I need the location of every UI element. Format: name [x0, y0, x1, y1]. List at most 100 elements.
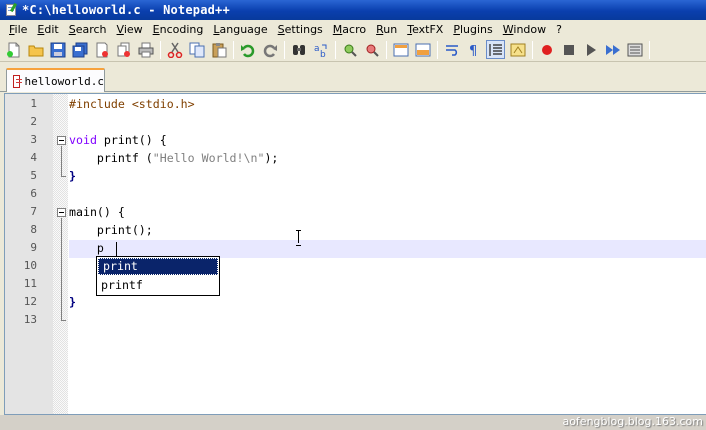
code-line: main() {	[69, 205, 125, 219]
save-macro-icon	[627, 43, 642, 56]
copy-icon	[189, 42, 204, 57]
line-number: 10	[23, 259, 37, 272]
code-line: #include <stdio.h>	[69, 97, 195, 111]
line-number: 2	[30, 115, 37, 128]
window-title: *C:\helloworld.c - Notepad++	[22, 3, 230, 17]
line-number: 7	[30, 205, 37, 218]
cut-icon	[167, 42, 182, 58]
code-line: }	[69, 295, 76, 309]
cut-button[interactable]	[165, 40, 184, 59]
line-number: 3	[30, 133, 37, 146]
svg-text:a: a	[314, 44, 320, 54]
tab-label: helloworld.c	[24, 74, 104, 88]
code-editor[interactable]: 1 2 3 4 5 6 7 8 9 10 11 12 13 #include <…	[4, 93, 706, 415]
menu-textfx[interactable]: TextFX	[402, 23, 448, 36]
macro-save-button[interactable]	[625, 40, 644, 59]
menu-file[interactable]: File	[4, 23, 32, 36]
save-all-button[interactable]	[70, 40, 89, 59]
menu-settings[interactable]: Settings	[273, 23, 328, 36]
paste-icon	[212, 42, 226, 57]
toolbar-separator	[437, 40, 438, 59]
menu-encoding[interactable]: Encoding	[148, 23, 209, 36]
menu-run[interactable]: Run	[371, 23, 402, 36]
menu-plugins[interactable]: Plugins	[448, 23, 497, 36]
line-number: 12	[23, 295, 37, 308]
zoom-in-button[interactable]	[340, 40, 359, 59]
save-button[interactable]	[48, 40, 67, 59]
user-language-button[interactable]	[508, 40, 527, 59]
save-all-icon	[72, 42, 87, 57]
record-icon	[541, 44, 552, 55]
undo-button[interactable]	[238, 40, 257, 59]
menu-language[interactable]: Language	[208, 23, 272, 36]
close-all-button[interactable]	[114, 40, 133, 59]
close-all-icon	[117, 42, 130, 57]
fold-toggle-main[interactable]	[57, 208, 66, 217]
autocomplete-item-printf[interactable]: printf	[97, 276, 219, 294]
toolbar-separator	[160, 40, 161, 59]
word-wrap-button[interactable]	[442, 40, 461, 59]
menu-edit[interactable]: Edit	[32, 23, 63, 36]
toolbar-separator	[532, 40, 533, 59]
replace-button[interactable]: ab	[311, 40, 330, 59]
line-number: 13	[23, 313, 37, 326]
print-icon	[138, 42, 153, 57]
fold-line	[61, 146, 62, 176]
sync-horizontal-button[interactable]	[413, 40, 432, 59]
fast-forward-icon	[605, 44, 620, 55]
string-literal: "Hello World!\n"	[152, 151, 265, 165]
find-button[interactable]	[289, 40, 308, 59]
redo-button[interactable]	[260, 40, 279, 59]
code-line: print();	[69, 223, 153, 237]
fold-toggle-print[interactable]	[57, 136, 66, 145]
code-line: printf ("Hello World!\n");	[69, 149, 279, 167]
line-number: 8	[30, 223, 37, 236]
macro-play-button[interactable]	[581, 40, 600, 59]
autocomplete-list[interactable]: print printf	[96, 256, 220, 296]
menu-view[interactable]: View	[112, 23, 148, 36]
code-line: p	[69, 241, 104, 255]
user-language-icon	[510, 43, 525, 56]
code-text: print() {	[96, 133, 167, 147]
play-icon	[586, 43, 596, 56]
macro-record-button[interactable]	[537, 40, 556, 59]
line-number: 9	[30, 241, 37, 254]
menu-window[interactable]: Window	[498, 23, 551, 36]
menu-search[interactable]: Search	[64, 23, 112, 36]
toolbar-separator	[649, 40, 650, 59]
indent-guide-icon	[488, 43, 502, 56]
text-caret	[116, 242, 117, 256]
replace-icon: ab	[314, 44, 326, 58]
code-text: printf (	[69, 151, 153, 165]
show-all-chars-button[interactable]: ¶	[464, 40, 483, 59]
watermark: aofengblog.blog.163.com	[562, 415, 703, 428]
menu-macro[interactable]: Macro	[328, 23, 371, 36]
line-number: 5	[30, 169, 37, 182]
zoom-out-icon	[366, 44, 379, 57]
macro-stop-button[interactable]	[559, 40, 578, 59]
title-bar: *C:\helloworld.c - Notepad++	[0, 0, 706, 20]
copy-button[interactable]	[187, 40, 206, 59]
svg-text:b: b	[320, 50, 326, 58]
print-button[interactable]	[136, 40, 155, 59]
svg-text:¶: ¶	[469, 44, 477, 58]
new-file-button[interactable]	[4, 40, 23, 59]
open-folder-icon	[28, 45, 43, 56]
menu-help[interactable]: ?	[551, 23, 567, 36]
code-line: }	[69, 169, 76, 183]
autocomplete-item-print[interactable]: print	[98, 258, 218, 275]
new-file-icon	[6, 42, 19, 57]
paste-button[interactable]	[209, 40, 228, 59]
toolbar-separator	[335, 40, 336, 59]
tab-helloworld[interactable]: helloworld.c	[6, 68, 105, 92]
open-file-button[interactable]	[26, 40, 45, 59]
macro-run-multiple-button[interactable]	[603, 40, 622, 59]
indent-guide-button[interactable]	[486, 40, 505, 59]
line-number: 11	[23, 277, 37, 290]
close-file-icon	[96, 42, 108, 57]
pilcrow-icon: ¶	[469, 44, 477, 58]
code-text: );	[264, 151, 279, 165]
sync-vertical-button[interactable]	[391, 40, 410, 59]
zoom-out-button[interactable]	[362, 40, 381, 59]
close-file-button[interactable]	[92, 40, 111, 59]
